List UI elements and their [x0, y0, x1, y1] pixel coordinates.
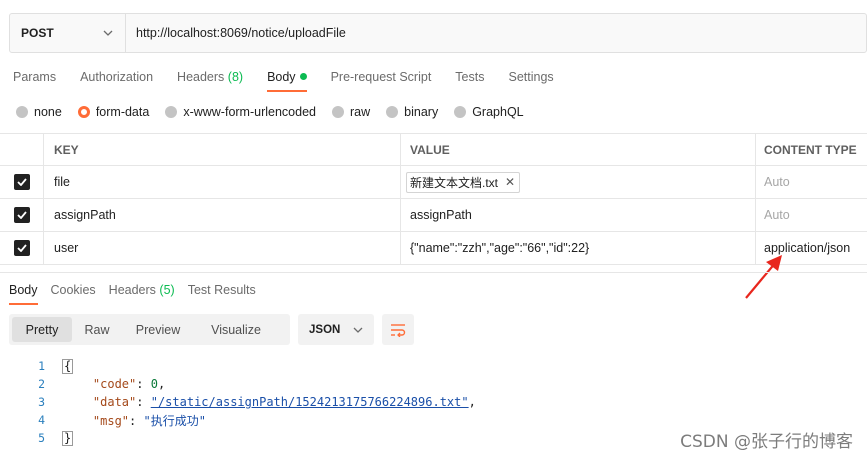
row-checkbox[interactable] — [13, 174, 30, 190]
json-key-data: "data" — [92, 395, 137, 409]
open-brace: { — [62, 358, 74, 374]
key-cell[interactable]: user — [44, 232, 401, 264]
form-data-table: KEY VALUE CONTENT TYPE file 新建文本文档.txt ✕… — [0, 133, 867, 265]
value-cell[interactable]: 新建文本文档.txt ✕ — [401, 166, 756, 198]
tab-body[interactable]: Body — [267, 67, 307, 92]
tab-cookies[interactable]: Cookies — [51, 281, 96, 301]
radio-graphql[interactable]: GraphQL — [454, 105, 524, 119]
row-checkbox[interactable] — [13, 240, 30, 256]
view-visualize-button[interactable]: Visualize — [194, 317, 278, 342]
radio-binary[interactable]: binary — [386, 105, 438, 119]
watermark: CSDN @张子行的博客 — [680, 432, 853, 452]
url-bar: POST http://localhost:8069/notice/upload… — [9, 13, 867, 53]
chevron-down-icon — [101, 26, 115, 40]
radio-circle — [454, 106, 467, 118]
radio-circle-selected — [77, 106, 90, 118]
json-value-msg: "执行成功" — [143, 413, 206, 428]
radio-circle — [165, 106, 178, 118]
json-key-msg: "msg" — [92, 413, 130, 428]
wrap-lines-button[interactable] — [382, 314, 414, 345]
line-number: 3 — [38, 395, 45, 409]
body-indicator-dot — [299, 73, 307, 80]
tab-settings[interactable]: Settings — [508, 67, 553, 89]
line-number: 2 — [38, 377, 45, 391]
table-row: user {"name":"zzh","age":"66","id":22} a… — [0, 232, 867, 265]
format-select[interactable]: JSON — [298, 314, 374, 345]
table-row: file 新建文本文档.txt ✕ Auto — [0, 166, 867, 199]
response-headers-count: (5) — [159, 283, 175, 297]
view-pretty-button[interactable]: Pretty — [12, 317, 72, 342]
table-row: assignPath assignPath Auto — [0, 199, 867, 232]
annotation-arrow-icon — [745, 255, 782, 299]
format-label: JSON — [309, 323, 341, 336]
response-divider — [0, 272, 867, 273]
tab-authorization[interactable]: Authorization — [80, 67, 153, 89]
chevron-down-icon — [353, 327, 363, 333]
view-preview-button[interactable]: Preview — [122, 317, 194, 342]
tab-response-headers[interactable]: Headers (5) — [109, 281, 175, 301]
code-line: 1 { — [0, 357, 476, 375]
view-raw-button[interactable]: Raw — [72, 317, 122, 342]
headers-count: (8) — [227, 70, 244, 84]
url-input[interactable]: http://localhost:8069/notice/uploadFile — [126, 14, 866, 52]
code-line: 2 "code": 0, — [0, 375, 476, 393]
row-checkbox[interactable] — [13, 207, 30, 223]
file-name: 新建文本文档.txt — [410, 175, 499, 190]
json-value-code: 0 — [150, 377, 158, 391]
wrap-lines-icon — [391, 323, 406, 337]
radio-circle — [332, 106, 344, 118]
radio-raw[interactable]: raw — [332, 105, 370, 119]
file-chip: 新建文本文档.txt ✕ — [406, 171, 521, 193]
response-tabs: Body Cookies Headers (5) Test Results — [9, 281, 269, 305]
tab-response-body[interactable]: Body — [9, 281, 38, 305]
view-mode-group: Pretty Raw Preview Visualize — [9, 314, 290, 345]
column-header-value: VALUE — [401, 134, 756, 165]
line-number: 1 — [38, 359, 45, 373]
key-cell[interactable]: assignPath — [44, 199, 401, 231]
table-header-row: KEY VALUE CONTENT TYPE — [0, 133, 867, 166]
request-tabs: Params Authorization Headers (8) Body Pr… — [13, 67, 578, 92]
check-icon — [16, 178, 27, 186]
radio-circle — [16, 106, 28, 118]
radio-none[interactable]: none — [16, 105, 62, 119]
value-cell[interactable]: assignPath — [401, 199, 756, 231]
code-line: 4 "msg": "执行成功" — [0, 411, 476, 429]
response-body-code: 1 { 2 "code": 0, 3 "data": "/static/assi… — [0, 357, 476, 447]
body-type-radios: none form-data x-www-form-urlencoded raw… — [16, 103, 540, 121]
radio-form-data[interactable]: form-data — [77, 105, 149, 119]
method-label: POST — [21, 26, 54, 40]
json-key-code: "code" — [92, 377, 137, 391]
radio-circle — [386, 106, 399, 118]
close-brace: } — [62, 430, 74, 446]
tab-pre-request-script[interactable]: Pre-request Script — [331, 67, 432, 89]
column-header-content-type: CONTENT TYPE — [764, 142, 857, 157]
tab-headers[interactable]: Headers (8) — [177, 67, 243, 89]
remove-file-icon[interactable]: ✕ — [505, 175, 515, 189]
column-header-key: KEY — [44, 134, 401, 165]
json-value-data-link[interactable]: "/static/assignPath/1524213175766224896.… — [151, 395, 469, 409]
content-type-cell[interactable]: Auto — [756, 166, 867, 198]
tab-test-results[interactable]: Test Results — [188, 281, 256, 301]
check-icon — [16, 211, 27, 219]
key-cell[interactable]: file — [44, 166, 401, 198]
line-number: 4 — [38, 413, 45, 427]
code-line: 3 "data": "/static/assignPath/1524213175… — [0, 393, 476, 411]
content-type-cell[interactable]: Auto — [756, 199, 867, 231]
radio-x-www-form-urlencoded[interactable]: x-www-form-urlencoded — [165, 105, 316, 119]
value-cell[interactable]: {"name":"zzh","age":"66","id":22} — [401, 232, 756, 264]
code-line: 5 } — [0, 429, 476, 447]
method-select[interactable]: POST — [10, 14, 126, 52]
tab-params[interactable]: Params — [13, 67, 56, 89]
check-icon — [16, 244, 27, 252]
line-number: 5 — [38, 431, 45, 445]
tab-tests[interactable]: Tests — [455, 67, 484, 89]
